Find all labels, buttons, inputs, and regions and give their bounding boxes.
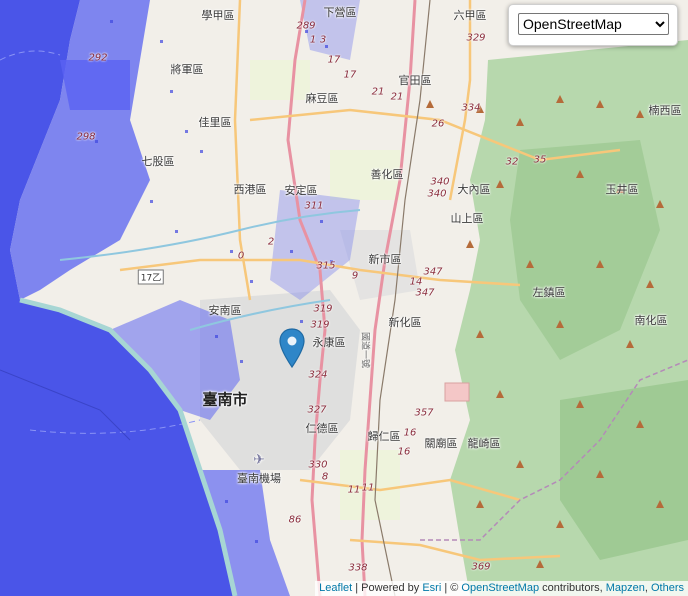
label-yongkang: 永康區 <box>312 336 346 349</box>
label-xinshi: 新市區 <box>368 253 402 266</box>
osm-link[interactable]: OpenStreetMap <box>461 582 539 594</box>
road-16b: 16 <box>397 446 411 458</box>
road-26: 26 <box>431 118 445 130</box>
road-340b: 340 <box>427 188 447 200</box>
road-11a: 11 <box>347 484 361 496</box>
airport-icon: ✈ <box>253 452 265 468</box>
label-airport: 臺南機場 <box>237 472 281 485</box>
label-tainan-city: 臺南市 <box>202 390 248 409</box>
road-86: 86 <box>288 514 302 526</box>
road-330: 330 <box>308 459 328 471</box>
label-guantian: 官田區 <box>398 74 432 87</box>
road-329: 329 <box>466 32 486 44</box>
road-1: 1 <box>309 34 317 46</box>
label-xigang: 西港區 <box>233 183 267 196</box>
road-21b: 21 <box>390 91 404 103</box>
label-nanhua: 南化區 <box>634 314 668 327</box>
label-danei: 大內區 <box>457 183 491 196</box>
esri-link[interactable]: Esri <box>422 582 441 594</box>
leaflet-link[interactable]: Leaflet <box>319 582 352 594</box>
road-21a: 21 <box>371 86 385 98</box>
road-319a: 319 <box>313 303 333 315</box>
road-8: 8 <box>321 471 329 483</box>
label-liujia: 六甲區 <box>453 9 487 22</box>
road-319b: 319 <box>310 319 330 331</box>
location-marker-icon[interactable] <box>279 328 305 368</box>
road-shield-17b: 17乙 <box>137 269 165 285</box>
road-338: 338 <box>348 562 368 574</box>
label-qigu: 七股區 <box>141 155 175 168</box>
others-link[interactable]: Others <box>651 582 684 594</box>
label-xuejia: 學甲區 <box>201 9 235 22</box>
label-shanshang: 山上區 <box>450 212 484 225</box>
road-9: 9 <box>351 270 359 282</box>
road-17a: 17 <box>327 54 341 66</box>
map-tiles <box>0 0 688 596</box>
road-16a: 16 <box>403 427 417 439</box>
label-madou: 麻豆區 <box>305 92 339 105</box>
mapzen-link[interactable]: Mapzen <box>606 582 645 594</box>
layer-control: OpenStreetMap <box>508 4 678 46</box>
label-annan: 安南區 <box>208 304 242 317</box>
road-327: 327 <box>307 404 327 416</box>
label-zuozhen: 左鎮區 <box>532 286 566 299</box>
road-11b: 11 <box>361 482 375 494</box>
road-2: 2 <box>267 236 275 248</box>
label-jiali: 佳里區 <box>198 116 232 129</box>
basemap-select[interactable]: OpenStreetMap <box>518 13 669 35</box>
label-shanhua: 善化區 <box>370 168 404 181</box>
label-jiangjun: 將軍區 <box>170 63 204 76</box>
label-freeway: 國道一號 <box>359 331 370 369</box>
label-rende: 仁德區 <box>305 422 339 435</box>
road-347a: 347 <box>423 266 443 278</box>
road-340a: 340 <box>430 176 450 188</box>
label-yujing: 玉井區 <box>605 183 639 196</box>
attribution-text-2: | © <box>441 582 462 594</box>
attribution-text-3: contributors, <box>539 582 606 594</box>
label-longqi: 龍崎區 <box>467 437 501 450</box>
road-14: 14 <box>409 276 423 288</box>
road-32: 32 <box>505 156 519 168</box>
label-xiaying: 下營區 <box>323 6 357 19</box>
road-324: 324 <box>308 369 328 381</box>
label-nanxi: 楠西區 <box>648 104 682 117</box>
attribution-text-1: | Powered by <box>352 582 423 594</box>
label-guanmiao: 關廟區 <box>424 437 458 450</box>
road-17b: 17 <box>343 69 357 81</box>
road-315: 315 <box>316 260 336 272</box>
road-35: 35 <box>533 154 547 166</box>
label-anding: 安定區 <box>284 184 318 197</box>
road-347b: 347 <box>415 287 435 299</box>
label-guiren: 歸仁區 <box>367 430 401 443</box>
road-298: 298 <box>76 131 96 143</box>
road-292: 292 <box>88 52 108 64</box>
road-369: 369 <box>471 561 491 573</box>
road-3: 3 <box>319 34 327 46</box>
road-289: 289 <box>296 20 316 32</box>
road-357: 357 <box>414 407 434 419</box>
map-container[interactable]: 學甲區 下營區 六甲區 將軍區 麻豆區 官田區 楠西區 佳里區 七股區 西港區 … <box>0 0 688 596</box>
road-311: 311 <box>304 200 324 212</box>
road-334: 334 <box>461 102 481 114</box>
road-0: 0 <box>237 250 245 262</box>
attribution-bar: Leaflet | Powered by Esri | © OpenStreet… <box>315 581 688 596</box>
label-xinhua: 新化區 <box>388 316 422 329</box>
